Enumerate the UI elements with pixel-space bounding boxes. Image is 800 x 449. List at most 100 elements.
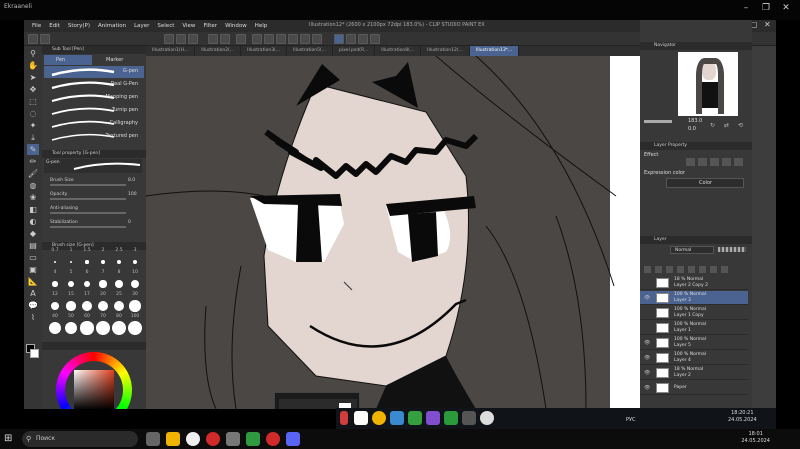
drawing-canvas[interactable] (146, 56, 656, 409)
layer-row[interactable]: 👁 100 % Normal Layer 3 (640, 291, 748, 305)
new-folder-icon[interactable] (655, 266, 662, 273)
trash-icon[interactable] (721, 266, 728, 273)
effect-button[interactable] (734, 158, 743, 166)
canvas-tab[interactable]: Illustration1(H... (146, 46, 196, 56)
brush-size-preset[interactable] (52, 281, 58, 287)
expression-color-select[interactable]: Color (666, 178, 744, 188)
layer-row[interactable]: 👁 100 % Normal Layer 5 (640, 336, 748, 350)
discord-icon[interactable] (286, 432, 300, 446)
blend-icon[interactable]: ◐ (27, 216, 39, 227)
menu-item-file[interactable]: File (32, 23, 41, 29)
brush-size-preset[interactable] (99, 280, 107, 288)
brush-size-preset[interactable] (68, 281, 74, 287)
flip-icon[interactable]: ⇄ (724, 122, 729, 129)
yandex-browser-icon[interactable] (206, 432, 220, 446)
snap-point-icon[interactable] (370, 34, 380, 44)
taskbar-app-icon[interactable] (426, 411, 440, 425)
pen-tool-icon[interactable]: ✎ (27, 144, 39, 155)
canvas-tab[interactable]: Illustration2(... (195, 46, 242, 56)
effect-button[interactable] (698, 158, 707, 166)
text-tool-icon[interactable]: A (27, 288, 39, 299)
eye-icon[interactable]: 👁 (644, 340, 650, 346)
merge-icon[interactable] (710, 266, 717, 273)
brush-size-preset[interactable] (64, 321, 78, 335)
brush-size-preset[interactable] (111, 320, 127, 336)
eraser-icon[interactable]: ◧ (27, 204, 39, 215)
windows-start-icon[interactable]: ⊞ (4, 433, 12, 444)
tool-property-row[interactable]: Anti-aliasing (44, 206, 144, 216)
layer-row[interactable]: 100 % Normal Layer 1 Copy (640, 306, 748, 320)
rotate-icon[interactable]: ↻ (710, 122, 715, 129)
menu-item-view[interactable]: View (182, 23, 195, 29)
select-all-icon[interactable] (264, 34, 274, 44)
brush-size-preset[interactable] (115, 280, 123, 288)
close-icon[interactable]: ✕ (780, 2, 792, 14)
navigator-preview[interactable] (678, 52, 738, 116)
canvas-tab[interactable]: Illustration13*... (469, 46, 520, 56)
blend-mode-select[interactable]: Normal (670, 246, 714, 254)
redo-icon[interactable] (220, 34, 230, 44)
layer-row[interactable]: 18 % Normal Layer 2 Copy 2 (640, 276, 748, 290)
taskbar-ot-icon[interactable] (444, 411, 458, 425)
menu-item-edit[interactable]: Edit (49, 23, 60, 29)
navigator-zoom[interactable]: 183.0 (688, 118, 702, 124)
brush-size-preset[interactable] (116, 259, 122, 265)
taskbar-files-icon[interactable] (462, 411, 476, 425)
taskbar-search[interactable]: ⚲ Поиск (22, 431, 138, 447)
brush-item[interactable]: Mapping pen (44, 92, 144, 104)
snap-ruler-icon[interactable] (346, 34, 356, 44)
brush-size-preset[interactable] (113, 300, 125, 312)
figure-icon[interactable]: ▭ (27, 252, 39, 263)
minimize-icon[interactable]: – (740, 2, 752, 14)
move-layer-icon[interactable]: ✥ (27, 84, 39, 95)
lock-icon[interactable] (688, 266, 695, 273)
canvas-tab[interactable]: Illustration3(... (241, 46, 288, 56)
layer-row[interactable]: 👁 18 % Normal Layer 2 (640, 366, 748, 380)
clip-icon[interactable] (677, 266, 684, 273)
deselect-icon[interactable] (276, 34, 286, 44)
brush-size-preset[interactable] (85, 260, 89, 264)
gradient-icon[interactable]: ▤ (27, 240, 39, 251)
brush-tool-icon[interactable]: 🖌 (27, 168, 39, 179)
transform-icon[interactable] (252, 34, 262, 44)
copy-icon[interactable] (176, 34, 186, 44)
brush-size-preset[interactable] (50, 301, 60, 311)
hand-tool-icon[interactable]: ✋ (27, 60, 39, 71)
tool-property-row[interactable]: Brush Size 8.0 (44, 178, 144, 188)
decoration-icon[interactable]: ❀ (27, 192, 39, 203)
layer-row[interactable]: 👁 100 % Normal Layer 4 (640, 351, 748, 365)
effect-button[interactable] (686, 158, 695, 166)
auto-select-icon[interactable]: ✦ (27, 120, 39, 131)
new-layer-icon[interactable] (644, 266, 651, 273)
pen-pressure-icon[interactable] (334, 34, 344, 44)
correct-line-icon[interactable]: ⌇ (27, 312, 39, 323)
brush-size-preset[interactable] (54, 261, 56, 263)
sub-color-swatch[interactable] (30, 349, 39, 358)
clip-studio-taskbar-icon[interactable] (480, 411, 494, 425)
fill-icon[interactable] (300, 34, 310, 44)
tray-language[interactable]: РУС (626, 417, 636, 423)
brush-item[interactable]: G-pen (44, 66, 144, 78)
tab-marker[interactable]: Marker (94, 55, 142, 65)
layer-row[interactable]: 100 % Normal Layer 1 (640, 321, 748, 335)
brush-item[interactable]: Real G-Pen (44, 79, 144, 91)
brush-size-preset[interactable] (69, 260, 73, 264)
eye-icon[interactable]: 👁 (644, 370, 650, 376)
airbrush-icon[interactable]: ◍ (27, 180, 39, 191)
canvas-tab[interactable]: Illustration8(... (375, 46, 422, 56)
zoom-tool-icon[interactable]: ⚲ (27, 48, 39, 59)
ruler-icon[interactable]: 📐 (27, 276, 39, 287)
open-icon[interactable] (40, 34, 50, 44)
menu-item-window[interactable]: Window (225, 23, 247, 29)
mask-icon[interactable] (666, 266, 673, 273)
taskbar-photo-icon[interactable] (390, 411, 404, 425)
saturation-square[interactable] (74, 370, 114, 409)
layer-row[interactable]: 👁 Paper (640, 381, 748, 395)
brush-size-preset[interactable] (83, 280, 91, 288)
clear-icon[interactable] (236, 34, 246, 44)
tool-property-row[interactable]: Stabilization 0 (44, 220, 144, 230)
navigator-angle[interactable]: 0.0 (688, 126, 696, 132)
eye-icon[interactable]: 👁 (644, 295, 650, 301)
brush-size-preset[interactable] (96, 321, 110, 335)
fill-tool-icon[interactable]: ◆ (27, 228, 39, 239)
